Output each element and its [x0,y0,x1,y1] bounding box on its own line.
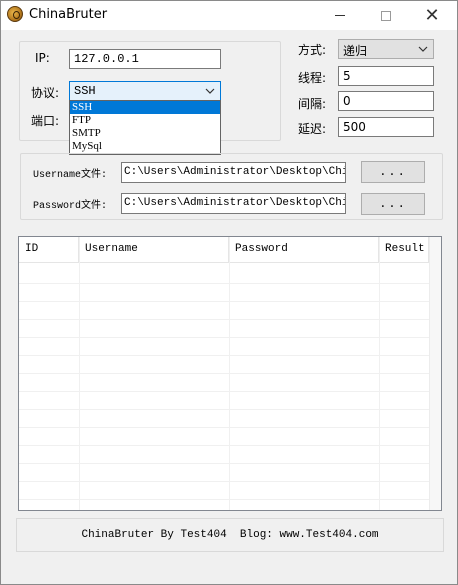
table-row-divider [19,427,429,428]
protocol-option[interactable]: FTP [70,114,220,127]
column-header-id[interactable]: ID [19,237,79,263]
table-row-divider [19,445,429,446]
table-column-divider [79,237,80,510]
table-row-divider [19,355,429,356]
protocol-select[interactable]: SSH [69,81,221,101]
footer-text: ChinaBruter By Test404 Blog: www.Test404… [81,529,379,541]
password-file-label: Password文件: [33,201,108,212]
username-browse-button[interactable]: ... [361,161,425,183]
protocol-option[interactable]: SSH [70,101,220,114]
username-file-input[interactable]: C:\Users\Administrator\Desktop\ChinaB [121,162,346,183]
title-bar[interactable]: ChinaBruter ✕ [1,1,457,30]
minimize-button[interactable] [317,1,363,30]
chevron-down-icon [205,88,215,94]
footer-bar: ChinaBruter By Test404 Blog: www.Test404… [16,518,444,552]
column-header-password[interactable]: Password [229,237,379,263]
mode-select[interactable]: 递归 [338,39,434,59]
table-row-divider [19,337,429,338]
results-table-header: ID Username Password Result [19,237,429,263]
maximize-icon [381,10,391,21]
column-header-result[interactable]: Result [379,237,429,263]
table-row-divider [19,373,429,374]
protocol-option[interactable]: MySql [70,140,220,153]
protocol-label: 协议: [31,86,60,100]
column-header-username[interactable]: Username [79,237,229,263]
protocol-selected-value: SSH [74,84,96,98]
ip-input[interactable]: 127.0.0.1 [69,49,221,69]
table-row-divider [19,409,429,410]
main-window: ChinaBruter ✕ IP: 127.0.0.1 协议: SSH 端口: … [0,0,458,585]
table-column-divider [379,237,380,510]
delay-input[interactable]: 500 [338,117,434,137]
password-browse-button[interactable]: ... [361,193,425,215]
table-row-divider [19,283,429,284]
vertical-scrollbar[interactable] [429,237,441,510]
app-logo-icon [7,6,23,22]
mode-selected-value: 递归 [343,44,368,58]
table-row-divider [19,499,429,500]
table-row-divider [19,319,429,320]
table-row-divider [19,301,429,302]
password-file-input[interactable]: C:\Users\Administrator\Desktop\ChinaB [121,193,346,214]
interval-input[interactable]: 0 [338,91,434,111]
maximize-button[interactable] [363,1,409,30]
results-table[interactable]: ID Username Password Result [18,236,442,511]
close-icon: ✕ [424,5,440,26]
threads-input[interactable]: 5 [338,66,434,86]
threads-label: 线程: [298,71,327,85]
close-button[interactable]: ✕ [409,1,455,30]
minimize-icon [335,15,345,16]
chevron-down-icon [418,46,428,52]
protocol-dropdown-list[interactable]: SSH FTP SMTP MySql [69,100,221,155]
ip-label: IP: [35,51,50,65]
username-file-label: Username文件: [33,170,108,181]
table-column-divider [229,237,230,510]
table-row-divider [19,463,429,464]
interval-label: 间隔: [298,97,327,111]
table-row-divider [19,391,429,392]
port-label: 端口: [31,114,60,128]
table-row-divider [19,481,429,482]
mode-label: 方式: [298,43,327,57]
protocol-option[interactable]: SMTP [70,127,220,140]
window-title: ChinaBruter [29,7,108,22]
delay-label: 延迟: [298,122,327,136]
